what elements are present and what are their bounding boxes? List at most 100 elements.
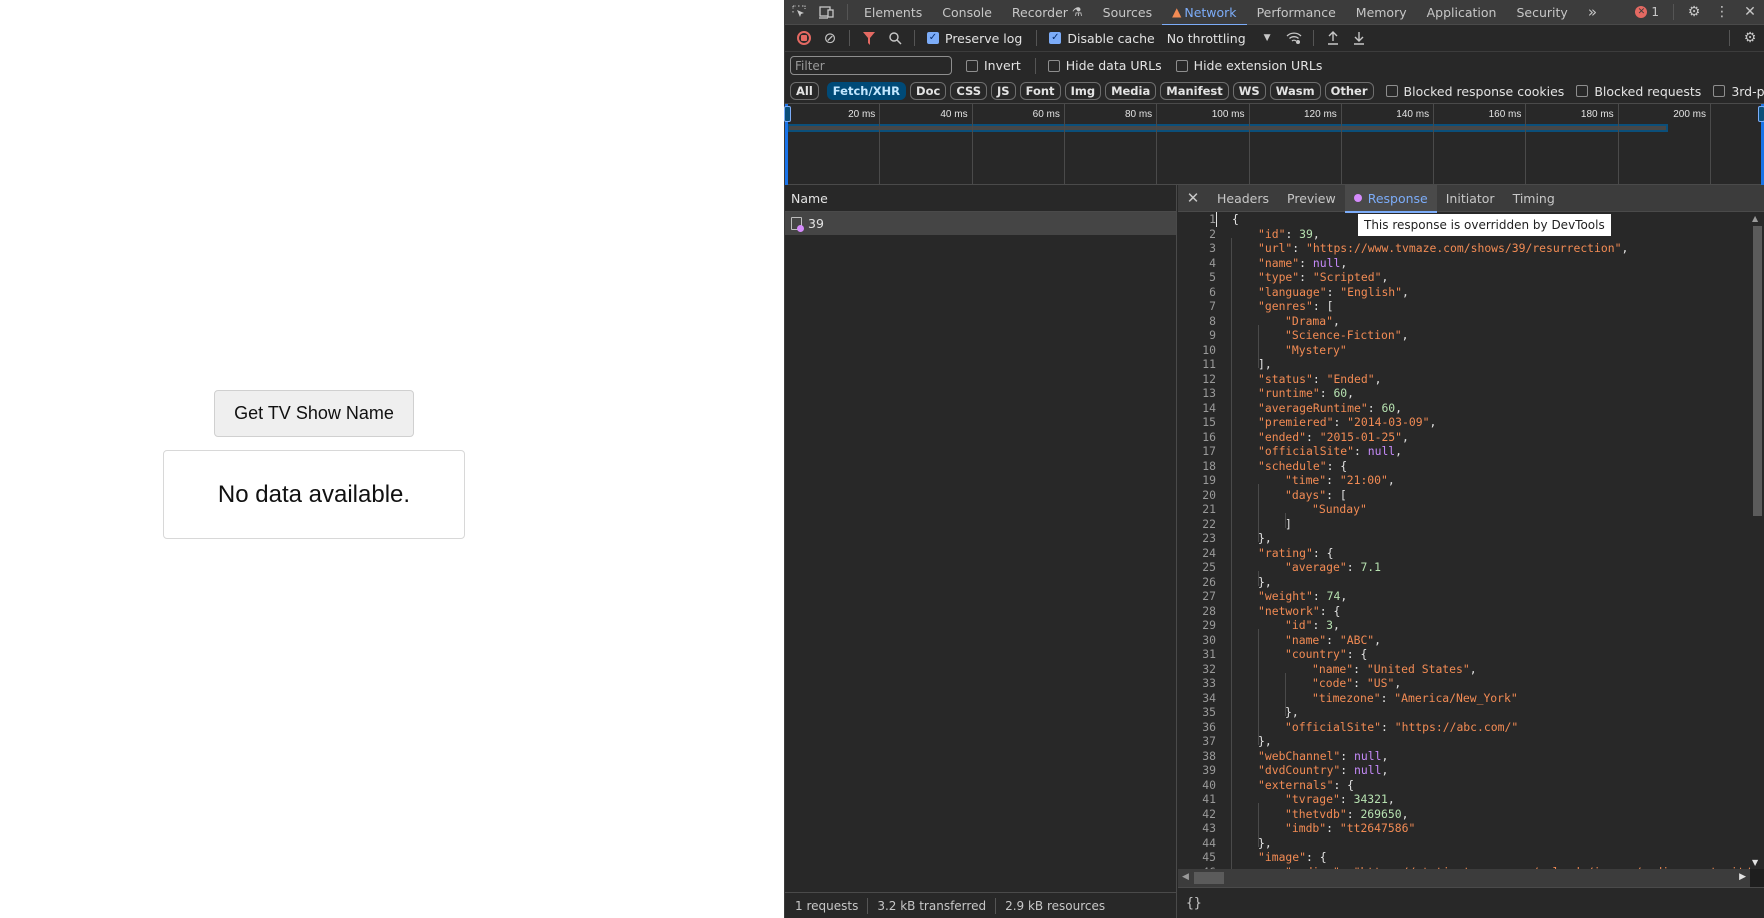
override-tooltip: This response is overridden by DevTools bbox=[1358, 214, 1611, 236]
checkbox-checked[interactable] bbox=[927, 32, 939, 44]
error-count-badge[interactable]: ✕ 1 bbox=[1627, 5, 1667, 19]
filter-toggle-button[interactable] bbox=[856, 27, 882, 49]
throttling-select[interactable]: No throttling ▼ bbox=[1167, 31, 1271, 46]
search-button[interactable] bbox=[882, 27, 908, 49]
checkbox-unchecked[interactable] bbox=[1713, 85, 1726, 97]
json-key: "genres" bbox=[1258, 299, 1313, 313]
blocked-requests-checkbox[interactable]: Blocked requests bbox=[1576, 84, 1701, 99]
network-settings-gear-icon[interactable]: ⚙ bbox=[1736, 27, 1764, 49]
json-punctuation: : bbox=[1346, 806, 1361, 821]
more-options-icon[interactable]: ⋮ bbox=[1708, 4, 1736, 20]
type-filter-fetch-xhr[interactable]: Fetch/XHR bbox=[826, 82, 907, 100]
scroll-left-arrow-icon[interactable]: ◀ bbox=[1182, 872, 1189, 882]
timeline-overview[interactable]: 20 ms 40 ms 60 ms 80 ms 100 ms 120 ms 140 ms 16… bbox=[784, 104, 1764, 185]
close-devtools-icon[interactable]: ✕ bbox=[1736, 4, 1764, 20]
inspect-element-icon[interactable] bbox=[785, 5, 813, 19]
hide-extension-urls-checkbox[interactable]: Hide extension URLs bbox=[1175, 58, 1322, 73]
type-filter-media[interactable]: Media bbox=[1105, 82, 1157, 100]
more-tabs-button[interactable]: » bbox=[1578, 0, 1607, 25]
scroll-down-arrow-icon[interactable]: ▼ bbox=[1752, 858, 1758, 867]
settings-gear-icon[interactable]: ⚙ bbox=[1680, 4, 1708, 20]
json-punctuation: ], bbox=[1258, 357, 1272, 371]
scrollbar-thumb[interactable] bbox=[1753, 226, 1762, 516]
checkbox-unchecked[interactable] bbox=[1047, 59, 1060, 72]
code-line: 44}, bbox=[1178, 836, 1750, 861]
tab-recorder[interactable]: Recorder ⚗ bbox=[1002, 0, 1093, 25]
type-filter-font[interactable]: Font bbox=[1019, 82, 1061, 100]
divider bbox=[867, 897, 869, 914]
preserve-log-checkbox[interactable]: Preserve log bbox=[927, 31, 1022, 46]
code-line: 32 "name": "United States", bbox=[1178, 662, 1750, 687]
import-har-button[interactable] bbox=[1320, 27, 1346, 49]
tab-response[interactable]: Response bbox=[1344, 184, 1437, 213]
dropdown-caret-icon: ▼ bbox=[1263, 33, 1271, 43]
checkbox-unchecked[interactable] bbox=[1385, 85, 1398, 97]
timeline-left-handle[interactable] bbox=[784, 104, 791, 185]
record-icon bbox=[797, 31, 811, 45]
json-punctuation: : bbox=[1312, 589, 1327, 603]
invert-checkbox[interactable]: Invert bbox=[966, 58, 1021, 73]
hide-data-urls-checkbox[interactable]: Hide data URLs bbox=[1047, 58, 1162, 73]
horizontal-scrollbar[interactable]: ◀ ▶ bbox=[1178, 869, 1750, 887]
type-filter-doc[interactable]: Doc bbox=[910, 82, 947, 100]
scroll-right-arrow-icon[interactable]: ▶ bbox=[1739, 872, 1746, 882]
type-filter-ws[interactable]: WS bbox=[1232, 82, 1266, 100]
tab-security[interactable]: Security bbox=[1506, 0, 1577, 25]
code-content: "thetvdb": 269650, bbox=[1216, 806, 1408, 832]
network-conditions-button[interactable] bbox=[1281, 27, 1307, 49]
scroll-up-arrow-icon[interactable]: ▲ bbox=[1752, 214, 1758, 223]
code-line: 30 "name": "ABC", bbox=[1178, 633, 1750, 658]
result-box: No data available. bbox=[163, 450, 465, 539]
code-line: 35}, bbox=[1178, 705, 1750, 731]
code-content: "officialSite": null, bbox=[1216, 444, 1402, 470]
devtools-panel: Elements Console Recorder ⚗ Sources ▲ Net… bbox=[784, 0, 1764, 918]
checkbox-checked[interactable] bbox=[1049, 32, 1062, 44]
vertical-scrollbar[interactable]: ▲ ▼ bbox=[1750, 212, 1764, 869]
checkbox-unchecked[interactable] bbox=[1576, 85, 1589, 97]
disable-cache-checkbox[interactable]: Disable cache bbox=[1049, 31, 1155, 46]
export-har-button[interactable] bbox=[1346, 27, 1372, 49]
third-party-requests-checkbox[interactable]: 3rd-party requests bbox=[1713, 84, 1764, 99]
tab-performance[interactable]: Performance bbox=[1247, 0, 1346, 25]
tab-memory[interactable]: Memory bbox=[1346, 0, 1417, 25]
type-filter-manifest[interactable]: Manifest bbox=[1160, 82, 1229, 100]
request-row[interactable]: 39 bbox=[785, 212, 1176, 235]
scrollbar-thumb[interactable] bbox=[1194, 872, 1224, 884]
tab-network[interactable]: ▲ Network bbox=[1162, 0, 1248, 26]
tab-initiator[interactable]: Initiator bbox=[1437, 185, 1504, 212]
type-filter-wasm[interactable]: Wasm bbox=[1269, 82, 1321, 100]
json-key: "schedule" bbox=[1258, 458, 1327, 473]
filter-input[interactable] bbox=[790, 56, 952, 75]
tab-preview[interactable]: Preview bbox=[1278, 185, 1345, 212]
tab-elements[interactable]: Elements bbox=[854, 0, 932, 25]
timeline-gridline bbox=[1340, 104, 1342, 184]
name-column-header[interactable]: Name bbox=[785, 185, 1176, 212]
device-toolbar-icon[interactable] bbox=[813, 5, 841, 19]
blocked-cookies-label: Blocked response cookies bbox=[1403, 83, 1565, 99]
pretty-print-icon[interactable]: {} bbox=[1186, 896, 1202, 911]
blocked-response-cookies-checkbox[interactable]: Blocked response cookies bbox=[1385, 83, 1565, 99]
get-tv-show-name-button[interactable]: Get TV Show Name bbox=[214, 390, 414, 437]
type-filter-js[interactable]: JS bbox=[991, 82, 1016, 100]
timeline-tick-label: 180 ms bbox=[1580, 109, 1614, 120]
tab-sources[interactable]: Sources bbox=[1093, 0, 1162, 25]
response-body-editor[interactable]: 1{2 "id": 39, 3 "url": "https://www.tvmaze.… bbox=[1178, 212, 1750, 869]
checkbox-unchecked[interactable] bbox=[1175, 59, 1188, 72]
tab-application[interactable]: Application bbox=[1417, 0, 1507, 25]
type-filter-css[interactable]: CSS bbox=[950, 82, 988, 100]
json-key: "imdb" bbox=[1285, 821, 1327, 835]
type-filter-other[interactable]: Other bbox=[1324, 82, 1374, 100]
checkbox-unchecked[interactable] bbox=[966, 59, 978, 72]
timeline-tick-label: 60 ms bbox=[1032, 109, 1060, 120]
tab-label: Headers bbox=[1217, 190, 1270, 206]
type-filter-all[interactable]: All bbox=[790, 82, 819, 100]
type-filter-img[interactable]: Img bbox=[1064, 82, 1102, 100]
code-content: "dvdCountry": null, bbox=[1216, 763, 1388, 789]
close-details-icon[interactable]: ✕ bbox=[1178, 189, 1208, 207]
tab-headers[interactable]: Headers bbox=[1208, 185, 1278, 212]
clear-button[interactable]: ⊘ bbox=[817, 27, 843, 49]
stop-recording-button[interactable] bbox=[791, 27, 817, 49]
json-punctuation: , bbox=[1312, 226, 1320, 241]
tab-timing[interactable]: Timing bbox=[1504, 185, 1564, 212]
tab-console[interactable]: Console bbox=[932, 0, 1002, 25]
